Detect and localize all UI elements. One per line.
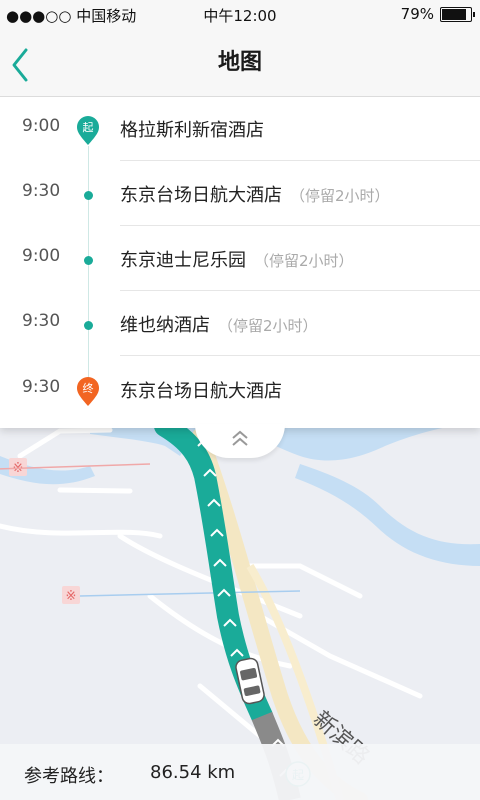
- svg-text:※: ※: [66, 589, 77, 604]
- page-title: 地图: [217, 50, 262, 75]
- battery-percent: 79%: [400, 5, 434, 23]
- stop-note: （停留2小时）: [290, 187, 390, 205]
- car-icon: [235, 657, 265, 705]
- stop-name: 东京迪士尼乐园: [120, 250, 246, 271]
- route-distance-label: 参考路线：: [24, 766, 114, 787]
- double-chevron-up-icon: [232, 430, 248, 446]
- stop-name: 维也纳酒店: [120, 315, 210, 336]
- itinerary-stop[interactable]: 9:30 维也纳酒店 （停留2小时）: [0, 291, 480, 356]
- route-distance-value: 86.54 km: [150, 762, 236, 783]
- waypoint-dot: [84, 191, 93, 200]
- stop-time: 9:30: [22, 311, 61, 331]
- stop-name: 格拉斯利新宿酒店: [120, 120, 264, 141]
- route-summary: 参考路线： 86.54 km: [0, 744, 480, 800]
- stop-note: （停留2小时）: [218, 317, 318, 335]
- stop-time: 9:00: [22, 116, 61, 136]
- start-pin-icon: 起: [77, 116, 99, 145]
- battery-status: 79%: [400, 5, 475, 23]
- navigation-bar: 地图: [0, 30, 480, 97]
- itinerary-stop[interactable]: 9:30 东京台场日航大酒店 （停留2小时）: [0, 161, 480, 226]
- svg-text:终: 终: [83, 381, 94, 395]
- stop-time: 9:00: [22, 246, 61, 266]
- end-pin-icon: 终: [77, 377, 99, 406]
- itinerary-stop[interactable]: 9:00 起 格拉斯利新宿酒店: [0, 96, 480, 161]
- itinerary-stop[interactable]: 9:30 终 东京台场日航大酒店: [0, 357, 480, 422]
- itinerary-stop[interactable]: 9:00 东京迪士尼乐园 （停留2小时）: [0, 226, 480, 291]
- stop-name: 东京台场日航大酒店: [120, 381, 282, 402]
- river-branch: [295, 464, 480, 566]
- svg-text:起: 起: [83, 121, 94, 134]
- battery-level: [442, 8, 466, 20]
- stop-note: （停留2小时）: [254, 252, 354, 270]
- stop-time: 9:30: [22, 377, 61, 397]
- battery-icon: [440, 6, 475, 22]
- status-bar: ●●●○○ 中国移动 中午12:00 79%: [0, 0, 480, 30]
- waypoint-dot: [84, 256, 93, 265]
- stop-time: 9:30: [22, 181, 61, 201]
- waypoint-dot: [84, 321, 93, 330]
- itinerary-card: 9:00 起 格拉斯利新宿酒店 9:30 东京台场日航大酒店 （停留2小时） 9:…: [0, 96, 480, 428]
- stop-name: 东京台场日航大酒店: [120, 185, 282, 206]
